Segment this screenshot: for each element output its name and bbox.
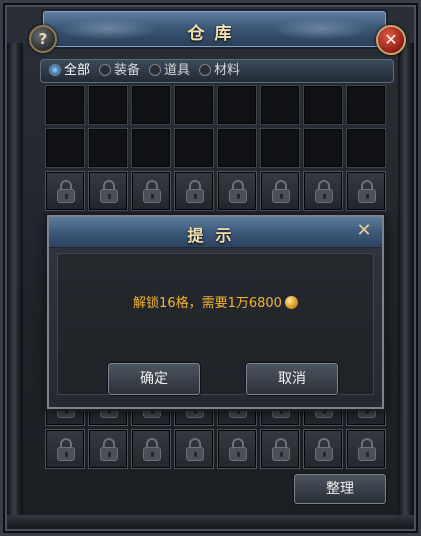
storage-slot[interactable] — [131, 85, 171, 125]
unlock-dialog: 提示 ✕ 解锁16格，需要1万6800 确定 取消 — [47, 215, 384, 409]
storage-slot[interactable] — [303, 85, 343, 125]
category-tabs: 全部 装备 道具 材料 — [40, 59, 394, 83]
tab-label: 材料 — [214, 63, 241, 78]
lock-icon — [272, 438, 290, 462]
lock-icon — [57, 438, 75, 462]
cancel-button[interactable]: 取消 — [246, 363, 338, 395]
locked-slot[interactable] — [174, 429, 214, 469]
locked-slot[interactable] — [260, 171, 300, 211]
right-frame-ornament — [398, 43, 414, 523]
locked-slot[interactable] — [303, 171, 343, 211]
storage-slot[interactable] — [217, 85, 257, 125]
dialog-close-icon[interactable]: ✕ — [354, 221, 374, 241]
tab-label: 全部 — [64, 63, 91, 78]
close-button[interactable]: ✕ — [376, 25, 406, 55]
lock-icon — [229, 180, 247, 204]
storage-slot[interactable] — [45, 128, 85, 168]
storage-slot[interactable] — [346, 85, 386, 125]
bottom-frame-ornament — [7, 515, 414, 529]
tab-label: 装备 — [114, 63, 141, 78]
locked-slot[interactable] — [174, 171, 214, 211]
lock-icon — [186, 438, 204, 462]
unlock-cost-text: 解锁16格，需要1万6800 — [133, 296, 282, 311]
storage-slot[interactable] — [131, 128, 171, 168]
locked-slot[interactable] — [260, 429, 300, 469]
storage-slot[interactable] — [88, 128, 128, 168]
lock-icon — [315, 180, 333, 204]
lock-icon — [315, 438, 333, 462]
locked-slot[interactable] — [88, 429, 128, 469]
locked-slot[interactable] — [217, 429, 257, 469]
locked-slot[interactable] — [131, 429, 171, 469]
locked-slot[interactable] — [45, 429, 85, 469]
lock-icon — [229, 438, 247, 462]
storage-slot[interactable] — [260, 128, 300, 168]
locked-slot[interactable] — [88, 171, 128, 211]
locked-slot[interactable] — [346, 429, 386, 469]
left-frame-ornament — [7, 43, 23, 523]
confirm-button[interactable]: 确定 — [108, 363, 200, 395]
tab-equipment[interactable]: 装备 — [99, 62, 140, 80]
lock-icon — [186, 180, 204, 204]
window-titlebar: 仓库 — [43, 11, 386, 47]
lock-icon — [358, 180, 376, 204]
locked-slot[interactable] — [217, 171, 257, 211]
dialog-body: 解锁16格，需要1万6800 确定 取消 — [57, 253, 374, 395]
locked-slot[interactable] — [346, 171, 386, 211]
lock-icon — [100, 438, 118, 462]
storage-slot[interactable] — [45, 85, 85, 125]
radio-icon — [49, 63, 61, 76]
radio-icon — [199, 63, 211, 76]
tab-all[interactable]: 全部 — [49, 62, 90, 80]
radio-icon — [99, 63, 111, 76]
lock-icon — [100, 180, 118, 204]
locked-slot[interactable] — [131, 171, 171, 211]
lock-icon — [143, 180, 161, 204]
storage-slot[interactable] — [303, 128, 343, 168]
dialog-title: 提示 — [187, 226, 244, 245]
tab-materials[interactable]: 材料 — [199, 62, 240, 80]
lock-icon — [57, 180, 75, 204]
storage-slot[interactable] — [217, 128, 257, 168]
storage-slot[interactable] — [260, 85, 300, 125]
storage-slot[interactable] — [88, 85, 128, 125]
locked-slot[interactable] — [45, 171, 85, 211]
dialog-titlebar: 提示 ✕ — [49, 217, 382, 248]
sort-button[interactable]: 整理 — [294, 474, 386, 504]
window-title: 仓库 — [187, 24, 242, 44]
lock-icon — [143, 438, 161, 462]
lock-icon — [358, 438, 376, 462]
lock-icon — [272, 180, 290, 204]
gold-coin-icon — [284, 296, 298, 309]
tab-items[interactable]: 道具 — [149, 62, 190, 80]
storage-slot[interactable] — [174, 85, 214, 125]
warehouse-window: 仓库 ? ✕ 全部 装备 道具 材料 整理 提示 ✕ 解锁16格，需要1万680… — [0, 0, 421, 536]
storage-slot[interactable] — [174, 128, 214, 168]
storage-slot[interactable] — [346, 128, 386, 168]
dialog-message-row: 解锁16格，需要1万6800 — [58, 292, 373, 311]
help-button[interactable]: ? — [29, 25, 57, 53]
radio-icon — [149, 63, 161, 76]
tab-label: 道具 — [164, 63, 191, 78]
locked-slot[interactable] — [303, 429, 343, 469]
